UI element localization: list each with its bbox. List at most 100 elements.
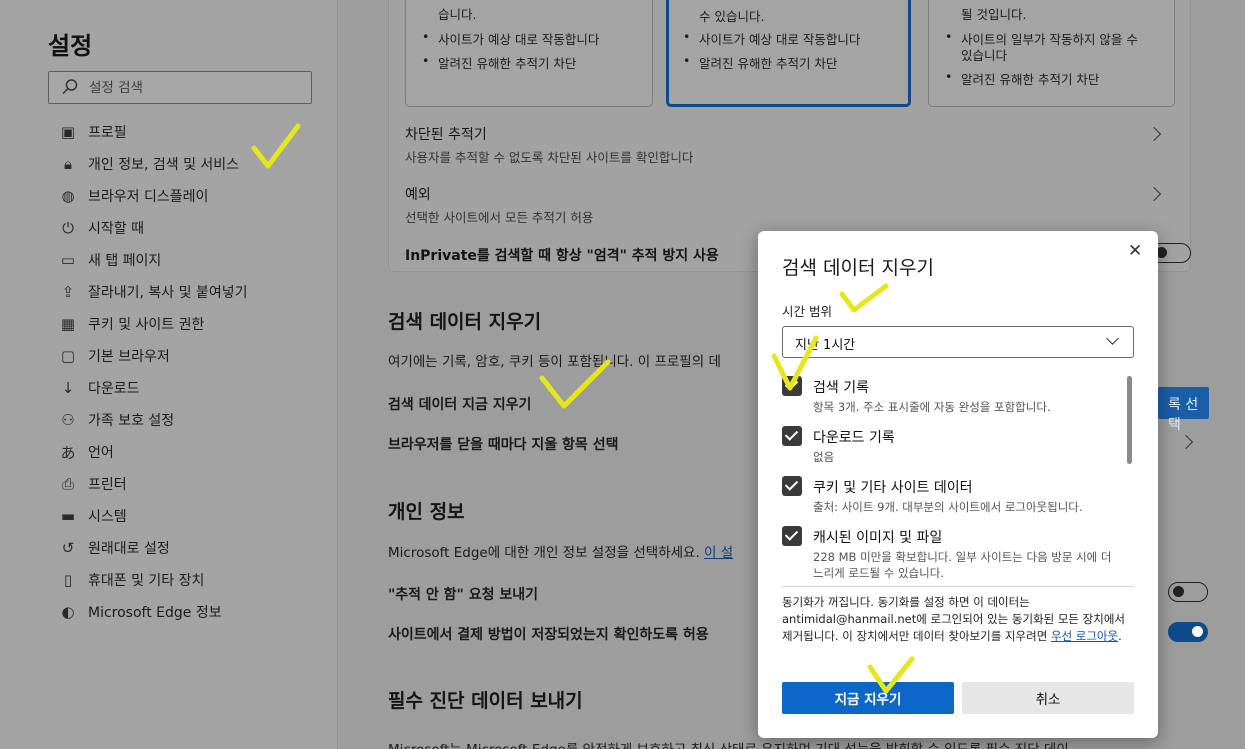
option-bullet-text: 알려진 유해한 추적기 차단 [961,72,1100,87]
sidebar-item[interactable]: ↓ 다운로드 [58,372,328,404]
privacy-desc: Microsoft Edge에 대한 개인 정보 설정을 선택하세요. 이 설 [388,541,733,561]
blocked-trackers-title[interactable]: 차단된 추적기 [405,124,487,144]
privacy-desc-text: Microsoft Edge에 대한 개인 정보 설정을 선택하세요. [388,545,700,561]
sync-notice-end: . [1118,629,1122,643]
privacy-learn-link[interactable]: 이 설 [704,545,733,561]
diagnostic-desc: Microsoft는 Microsoft Edge를 안전하게 보호하고 최신 … [388,738,1245,749]
sidebar-item-label: 쿠키 및 사이트 권한 [88,317,205,333]
new-tab-icon: ▭ [60,251,76,269]
sidebar-item-label: 프린터 [88,477,127,493]
checkbox-checked[interactable] [782,376,802,396]
payment-check-toggle[interactable] [1168,622,1208,642]
sidebar-item[interactable]: あ 언어 [58,436,328,468]
dialog-title: 검색 데이터 지우기 [782,257,934,279]
close-icon[interactable]: ✕ [1128,241,1142,261]
sidebar-item-label: 새 탭 페이지 [88,253,162,269]
phone-icon: ▯ [63,571,73,589]
chevron-right-icon[interactable] [1146,126,1162,142]
sidebar-item[interactable]: ▬ 시스템 [58,500,328,532]
exceptions-sub: 선택한 사이트에서 모든 추적기 허용 [405,210,594,225]
profile-icon: ▣ [60,123,76,141]
bullet: • [945,29,953,44]
clear-data-heading: 검색 데이터 지우기 [388,311,542,333]
sidebar-item[interactable]: 🔒︎ 개인 정보, 검색 및 서비스 [58,148,328,180]
sidebar-item-label: 개인 정보, 검색 및 서비스 [88,157,240,173]
sidebar-item[interactable]: ⚇ 가족 보호 설정 [58,404,328,436]
cookie-site-icon: ▦ [60,315,76,333]
exceptions-title[interactable]: 예외 [405,184,431,204]
edge-icon: ◐ [61,603,75,621]
tracking-option-balanced[interactable]: 수 있습니다. • 사이트가 예상 대로 작동합니다 • 알려진 유해한 추적기… [666,0,911,107]
settings-title: 설정 [48,32,93,60]
toggle-knob [1192,626,1203,637]
family-icon: ⚇ [61,411,75,429]
sign-out-link[interactable]: 우선 로그아웃 [1051,629,1118,643]
sidebar-item-label: 휴대폰 및 기타 장치 [88,573,205,589]
clear-now-button[interactable]: 지금 지우기 [782,682,954,714]
clear-on-close-label[interactable]: 브라우저를 닫을 때마다 지울 항목 선택 [388,434,618,454]
sidebar-item[interactable]: ▭ 새 탭 페이지 [58,244,328,276]
search-icon [62,79,78,95]
settings-search-box[interactable] [48,71,312,104]
bullet: • [683,53,691,68]
sidebar-item[interactable]: ↺ 원래대로 설정 [58,532,328,564]
sidebar-item[interactable]: ⇪ 잘라내기, 복사 및 붙여넣기 [58,276,328,308]
clear-item-desc: 출처: 사이트 9개. 대부분의 사이트에서 로그아웃됩니다. [813,500,1083,514]
browser-icon: ▢ [60,347,76,365]
sidebar-item[interactable]: ▦ 쿠키 및 사이트 권한 [58,308,328,340]
option-bullet-text: 알려진 유해한 추적기 차단 [438,56,577,71]
sidebar-nav: ▣ 프로필 🔒︎ 개인 정보, 검색 및 서비스 ◍ 브라우저 디스플레이 ⏻ 시작할 때 ▭ 새… [58,116,328,628]
sidebar-item-label: 시스템 [88,509,127,525]
cancel-button[interactable]: 취소 [962,682,1134,714]
clear-item-title: 검색 기록 [813,380,869,396]
chevron-right-icon[interactable] [1178,434,1194,450]
sidebar-item-label: 원래대로 설정 [88,541,170,557]
checkbox-checked[interactable] [782,426,802,446]
clear-browsing-data-dialog: ✕ 검색 데이터 지우기 시간 범위 지난 1시간 검색 기록 항목 3개. 주… [758,231,1158,738]
sidebar-item-label: Microsoft Edge 정보 [88,605,222,621]
divider [782,586,1134,587]
sidebar-item[interactable]: ▣ 프로필 [58,116,328,148]
sidebar-item-label: 시작할 때 [88,221,144,237]
sidebar-item[interactable]: ▯ 휴대폰 및 기타 장치 [58,564,328,596]
tracking-option-basic[interactable]: 습니다. • 사이트가 예상 대로 작동합니다 • 알려진 유해한 추적기 차단 [405,0,653,107]
inprivate-strict-label: InPrivate를 검색할 때 항상 "엄격" 추적 방지 사용 [405,248,719,264]
reset-icon: ↺ [61,539,75,557]
time-range-select[interactable]: 지난 1시간 [782,326,1134,358]
sidebar-item[interactable]: ⏻ 시작할 때 [58,212,328,244]
sidebar-item-label: 가족 보호 설정 [88,413,175,429]
download-icon: ↓ [61,379,75,397]
system-icon: ▬ [60,507,76,525]
sidebar-item[interactable]: ⎙ 프린터 [58,468,328,500]
dialog-scrollbar[interactable] [1127,376,1132,464]
clear-item-desc: 없음 [813,450,835,464]
tracking-option-strict[interactable]: 될 것입니다. • 사이트의 일부가 작동하지 않을 수 있습니다 • 알려진 … [928,0,1175,107]
checkbox-checked[interactable] [782,526,802,546]
bullet: • [422,29,430,44]
power-icon: ⏻ [62,219,74,237]
do-not-track-toggle[interactable] [1168,582,1208,602]
chevron-right-icon[interactable] [1146,186,1162,202]
settings-search-input[interactable] [89,78,299,98]
lock-icon: 🔒︎ [64,155,72,173]
payment-check-label: 사이트에서 결제 방법이 저장되었는지 확인하도록 허용 [388,627,709,643]
sidebar-item[interactable]: ◐ Microsoft Edge 정보 [58,596,328,628]
clear-item-desc: 항목 3개. 주소 표시줄에 자동 완성을 포함합니다. [813,400,1051,414]
choose-items-button[interactable]: 록 선택 [1158,387,1209,433]
privacy-heading: 개인 정보 [388,501,465,523]
bullet: • [945,69,953,84]
palette-icon: ◍ [61,187,75,205]
bullet: • [422,53,430,68]
sidebar-item-label: 다운로드 [88,381,140,397]
checkbox-checked[interactable] [782,476,802,496]
blocked-trackers-sub: 사용자를 추적할 수 없도록 차단된 사이트를 확인합니다 [405,150,694,165]
clear-item-title: 다운로드 기록 [813,430,895,446]
sidebar-item[interactable]: ◍ 브라우저 디스플레이 [58,180,328,212]
clear-data-desc: 여기에는 기록, 암호, 쿠키 등이 포함됩니다. 이 프로필의 데 [388,354,721,370]
sidebar-item[interactable]: ▢ 기본 브라우저 [58,340,328,372]
chevron-down-icon [1106,332,1119,345]
option-bullet-text: 사이트가 예상 대로 작동합니다 [699,32,861,47]
sidebar-item-label: 브라우저 디스플레이 [88,189,209,205]
option-bullet-text: 있습니다 [961,48,1008,63]
option-bullet-text: 알려진 유해한 추적기 차단 [699,56,838,71]
